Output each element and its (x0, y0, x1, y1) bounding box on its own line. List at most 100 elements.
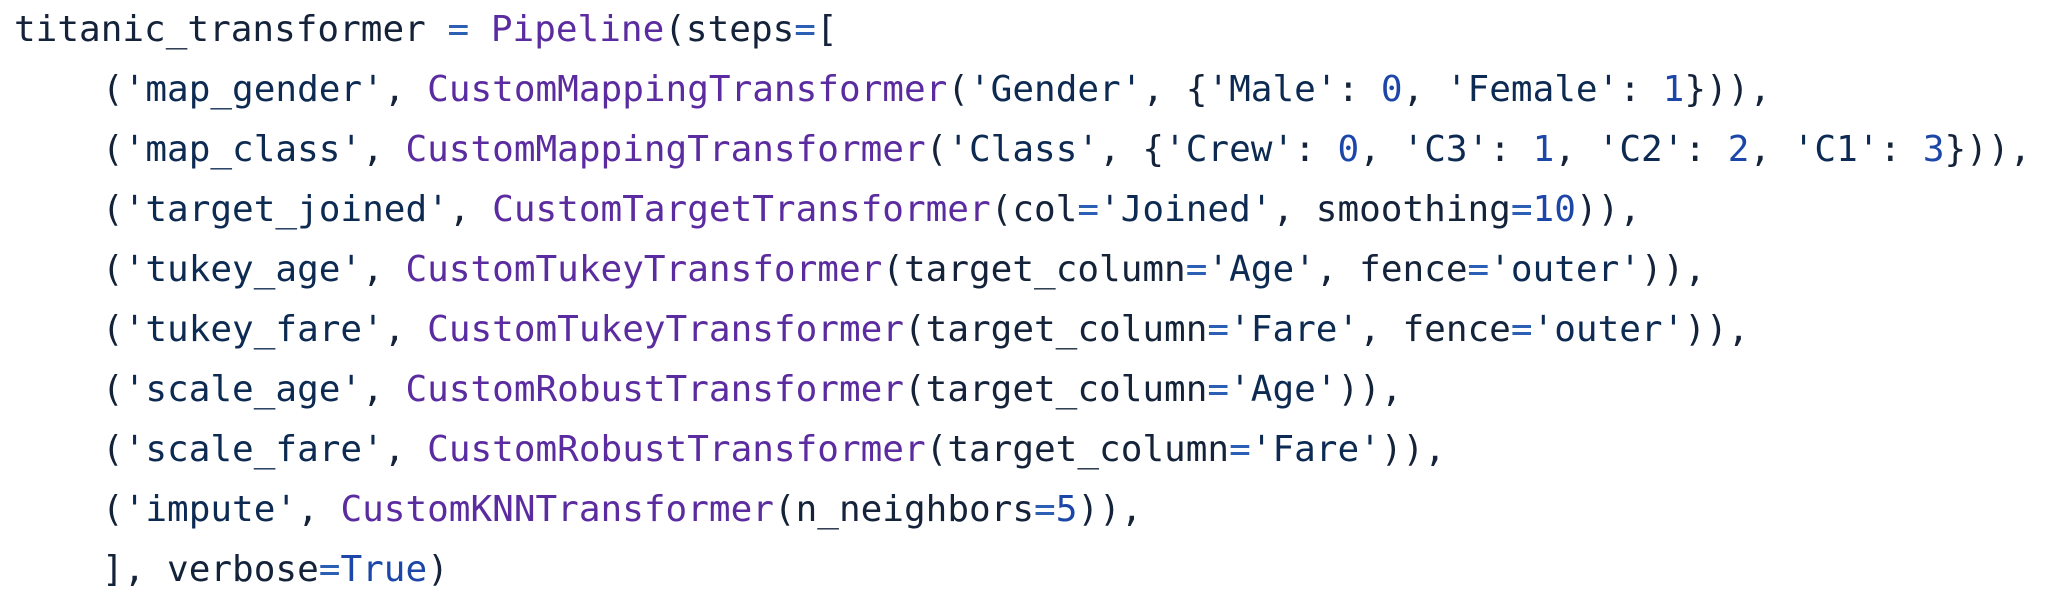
code-token: , (362, 129, 406, 170)
class-name: CustomTukeyTransformer (405, 249, 883, 290)
string-literal: 'C2' (1597, 129, 1685, 170)
code-token: , fence (1359, 309, 1511, 350)
code-line: ('tukey_age', CustomTukeyTransformer(tar… (14, 242, 1706, 298)
keyword-constant: True (340, 549, 428, 590)
code-token: : (1294, 129, 1338, 170)
code-token: )), (1337, 369, 1403, 410)
class-name: CustomRobustTransformer (427, 429, 926, 470)
code-token: , (448, 189, 493, 230)
code-token: (steps (664, 9, 795, 50)
number-literal: 1 (1532, 129, 1555, 170)
number-literal: 0 (1380, 69, 1403, 110)
string-literal: 'Gender' (969, 69, 1143, 110)
code-token: : (1684, 129, 1728, 170)
code-line: ('scale_fare', CustomRobustTransformer(t… (14, 422, 1446, 478)
code-token: ) (427, 549, 449, 590)
code-token: (target_column (903, 309, 1208, 350)
code-token: )), (1684, 309, 1750, 350)
code-line: ('map_gender', CustomMappingTransformer(… (14, 62, 1771, 118)
code-token: , (1402, 69, 1446, 110)
operator: = (1077, 189, 1100, 230)
class-name: CustomKNNTransformer (340, 489, 774, 530)
code-token: })), (1944, 129, 2032, 170)
class-name: Pipeline (490, 9, 665, 50)
code-token: : (1619, 69, 1663, 110)
operator: = (1467, 249, 1490, 290)
string-literal: 'target_joined' (123, 189, 449, 230)
number-literal: 1 (1662, 69, 1685, 110)
code-token: ( (102, 249, 124, 290)
code-token: ( (102, 189, 124, 230)
code-token: (n_neighbors (773, 489, 1035, 530)
string-literal: 'Age' (1207, 249, 1316, 290)
number-literal: 10 (1532, 189, 1576, 230)
string-literal: 'map_gender' (123, 69, 384, 110)
string-literal: 'tukey_fare' (123, 309, 384, 350)
code-token: , (383, 69, 428, 110)
code-token: (col (990, 189, 1078, 230)
operator: = (1207, 309, 1230, 350)
code-token: , { (1142, 69, 1208, 110)
code-token: , (1554, 129, 1598, 170)
code-token: , (362, 249, 406, 290)
string-literal: 'scale_age' (123, 369, 363, 410)
string-literal: 'Fare' (1250, 429, 1381, 470)
number-literal: 3 (1922, 129, 1945, 170)
class-name: CustomMappingTransformer (427, 69, 948, 110)
code-token: , (297, 489, 341, 530)
code-token: : (1337, 69, 1381, 110)
code-token: ( (925, 129, 948, 170)
string-literal: 'Male' (1207, 69, 1338, 110)
class-name: CustomTargetTransformer (492, 189, 991, 230)
code-line: titanic_transformer = Pipeline(steps=[ (14, 2, 838, 58)
code-token: ( (102, 369, 124, 410)
code-token: , (383, 309, 428, 350)
string-literal: 'outer' (1532, 309, 1685, 350)
operator: = (1229, 429, 1251, 470)
code-token: (target_column (903, 369, 1208, 410)
code-token: (target_column (882, 249, 1186, 290)
string-literal: 'tukey_age' (123, 249, 363, 290)
operator: = (1185, 249, 1208, 290)
string-literal: 'Joined' (1099, 189, 1273, 230)
code-token: )), (1380, 429, 1446, 470)
code-token: [ (815, 9, 838, 50)
string-literal: 'impute' (123, 489, 298, 530)
operator: = (318, 549, 341, 590)
code-token: , { (1099, 129, 1165, 170)
code-line: ('tukey_fare', CustomTukeyTransformer(ta… (14, 302, 1749, 358)
code-token: )), (1575, 189, 1641, 230)
class-name: CustomTukeyTransformer (427, 309, 904, 350)
code-token: ( (102, 489, 124, 530)
code-token: , (1749, 129, 1793, 170)
string-literal: 'map_class' (123, 129, 363, 170)
operator: = (1510, 309, 1533, 350)
code-token: ( (102, 429, 124, 470)
code-token: titanic_transformer (14, 9, 448, 50)
operator: = (1207, 369, 1230, 410)
string-literal: 'Crew' (1164, 129, 1295, 170)
operator: = (794, 9, 816, 50)
code-line: ('map_class', CustomMappingTransformer('… (14, 122, 2031, 178)
code-line: ('impute', CustomKNNTransformer(n_neighb… (14, 482, 1142, 538)
string-literal: 'Fare' (1229, 309, 1360, 350)
code-line: ], verbose=True) (14, 542, 449, 598)
operator: = (447, 9, 470, 50)
code-line: ('target_joined', CustomTargetTransforme… (14, 182, 1641, 238)
code-block: titanic_transformer = Pipeline(steps=[ (… (0, 0, 2048, 616)
string-literal: 'scale_fare' (123, 429, 384, 470)
operator: = (1034, 489, 1056, 530)
code-token: ( (102, 69, 124, 110)
code-token: ( (102, 129, 124, 170)
code-token: (target_column (925, 429, 1230, 470)
code-token: )), (1077, 489, 1143, 530)
code-token: : (1879, 129, 1923, 170)
code-token: : (1489, 129, 1533, 170)
code-token: )), (1640, 249, 1706, 290)
class-name: CustomMappingTransformer (405, 129, 926, 170)
code-token: , (383, 429, 428, 470)
code-token: , smoothing (1272, 189, 1511, 230)
string-literal: 'Class' (947, 129, 1100, 170)
code-token: ( (947, 69, 969, 110)
